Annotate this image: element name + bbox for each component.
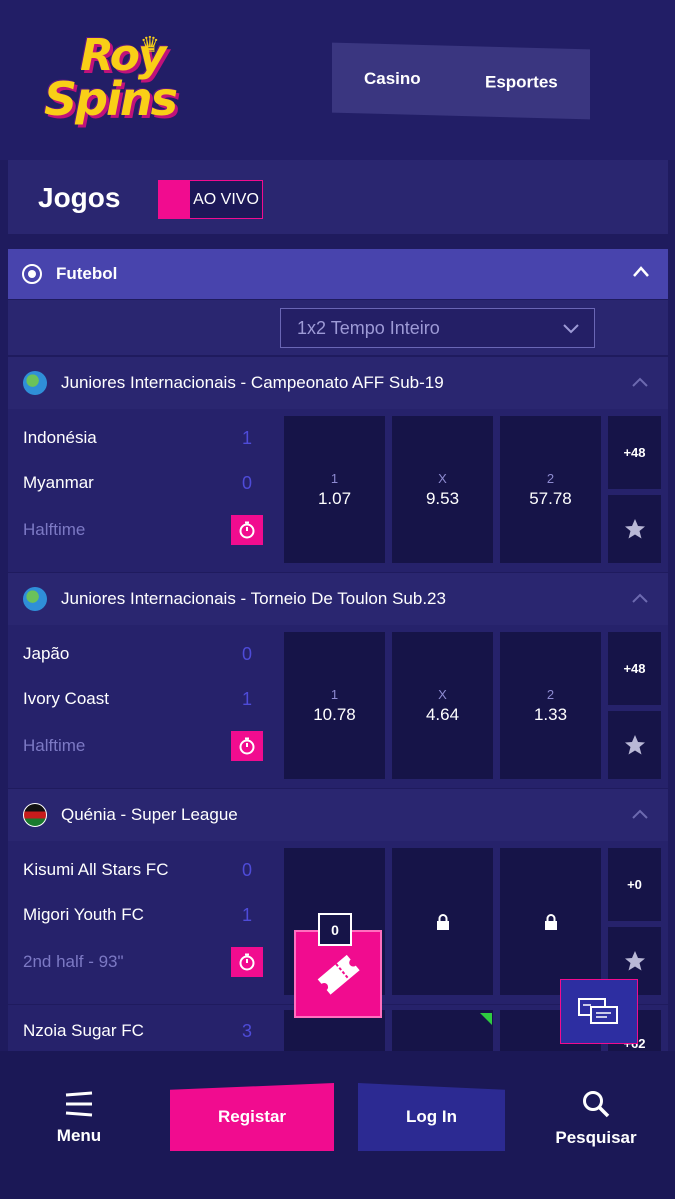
odd-value: 57.78 [529, 488, 572, 508]
globe-icon [23, 371, 47, 395]
page-title: Jogos [38, 182, 121, 213]
kenya-flag-icon [23, 803, 47, 827]
league-name: Juniores Internacionais - Torneio De Tou… [61, 589, 446, 608]
live-toggle-knob [159, 181, 190, 218]
odd-value: 4.64 [425, 704, 460, 724]
league-header[interactable]: Juniores Internacionais - Campeonato AFF… [8, 357, 668, 409]
away-score: 1 [242, 905, 253, 925]
odd-value: 10.78 [313, 704, 356, 724]
top-nav: Casino Esportes [332, 42, 590, 120]
market-select[interactable]: 1x2 Tempo Inteiro [280, 308, 595, 348]
search-icon [583, 1091, 610, 1118]
stopwatch-icon [231, 947, 263, 977]
nav-esportes[interactable]: Esportes [485, 73, 558, 93]
crown-icon: ♛ [140, 32, 160, 57]
match-row: Japão 0 Ivory Coast 1 Halftime 1 10.78 X… [8, 625, 668, 788]
chevron-down-icon [563, 324, 579, 334]
sport-header-futebol[interactable]: Futebol [8, 249, 668, 299]
home-team: Japão [23, 644, 70, 663]
chat-icon [578, 997, 618, 1024]
market-select-value: 1x2 Tempo Inteiro [297, 317, 440, 338]
star-icon [624, 519, 645, 539]
live-toggle[interactable]: AO VIVO [158, 180, 263, 219]
sport-name: Futebol [56, 264, 118, 283]
odd-value: 9.53 [425, 488, 460, 508]
register-button[interactable]: Registar [170, 1083, 334, 1151]
live-toggle-label: AO VIVO [193, 190, 259, 208]
more-markets-button[interactable]: +48 [608, 632, 661, 705]
stopwatch-icon [231, 731, 263, 761]
chevron-up-icon[interactable] [632, 375, 648, 391]
globe-icon [23, 587, 47, 611]
odd-label: 1 [330, 470, 339, 486]
odd-label: 2 [546, 686, 555, 702]
match-status: Halftime [23, 520, 86, 539]
away-team: Myanmar [23, 473, 94, 492]
lock-icon [436, 913, 449, 930]
odd-button-x[interactable] [392, 1010, 493, 1051]
chat-button[interactable] [560, 979, 638, 1044]
odd-button-2[interactable]: 2 57.78 [500, 416, 601, 563]
away-score: 1 [242, 689, 253, 709]
odd-value: 1.33 [533, 704, 568, 724]
home-score: 1 [242, 428, 253, 448]
odd-button-1[interactable]: 1 10.78 [284, 632, 385, 779]
soccer-ball-icon [22, 264, 42, 284]
star-icon [624, 951, 645, 971]
odd-button-2[interactable]: 2 1.33 [500, 632, 601, 779]
league-header[interactable]: Juniores Internacionais - Torneio De Tou… [8, 573, 668, 625]
odd-button-2-locked[interactable] [500, 848, 601, 995]
favorite-button[interactable] [608, 495, 661, 563]
odd-label: 2 [546, 470, 555, 486]
odd-label: 1 [330, 686, 339, 702]
home-team: Kisumi All Stars FC [23, 860, 169, 879]
match-status: 2nd half - 93" [23, 952, 124, 971]
stopwatch-icon [231, 515, 263, 545]
search-button[interactable]: Pesquisar [540, 1089, 652, 1148]
royspins-logo[interactable]: Roy ♛ Spins [40, 30, 240, 126]
odd-button-x[interactable]: X 9.53 [392, 416, 493, 563]
odd-value: 1.07 [317, 488, 352, 508]
away-score: 0 [242, 473, 253, 493]
chevron-up-icon[interactable] [632, 807, 648, 823]
league-header[interactable]: Quénia - Super League [8, 789, 668, 841]
chevron-up-icon[interactable] [632, 263, 650, 281]
betslip-count-badge: 0 [318, 913, 352, 946]
search-label: Pesquisar [555, 1128, 637, 1147]
home-team: Indonésia [23, 428, 97, 447]
menu-label: Menu [56, 1126, 102, 1145]
more-markets-button[interactable]: +0 [608, 848, 661, 921]
home-score: 0 [242, 644, 253, 664]
header: Roy ♛ Spins Casino Esportes [0, 0, 675, 160]
nav-casino[interactable]: Casino [364, 69, 421, 89]
odd-button-x-locked[interactable] [392, 848, 493, 995]
league-name: Juniores Internacionais - Campeonato AFF… [61, 373, 444, 392]
lock-icon [544, 913, 557, 930]
logo-line-2: Spins [44, 72, 178, 126]
away-team: Ivory Coast [23, 689, 109, 708]
more-markets-button[interactable]: +48 [608, 416, 661, 489]
bottom-nav: Menu Pesquisar [0, 1051, 675, 1199]
star-icon [624, 735, 645, 755]
odd-label: X [438, 470, 447, 486]
odds-change-indicator [480, 1013, 492, 1025]
hamburger-icon [65, 1091, 93, 1117]
odd-label: X [438, 686, 447, 702]
away-team: Migori Youth FC [23, 905, 144, 924]
games-bar: Jogos AO VIVO [8, 160, 668, 234]
match-row: Indonésia 1 Myanmar 0 Halftime 1 1.07 X … [8, 409, 668, 572]
market-row: 1x2 Tempo Inteiro [8, 300, 668, 355]
ticket-icon [317, 954, 360, 995]
home-score: 0 [242, 860, 253, 880]
odd-button-1[interactable]: 1 1.07 [284, 416, 385, 563]
menu-button[interactable]: Menu [40, 1091, 118, 1146]
home-team: Nzoia Sugar FC [23, 1021, 144, 1040]
login-button[interactable]: Log In [358, 1083, 505, 1151]
match-status: Halftime [23, 736, 86, 755]
odd-button-x[interactable]: X 4.64 [392, 632, 493, 779]
favorite-button[interactable] [608, 711, 661, 779]
league-name: Quénia - Super League [61, 805, 238, 824]
chevron-up-icon[interactable] [632, 591, 648, 607]
home-score: 3 [242, 1021, 253, 1041]
